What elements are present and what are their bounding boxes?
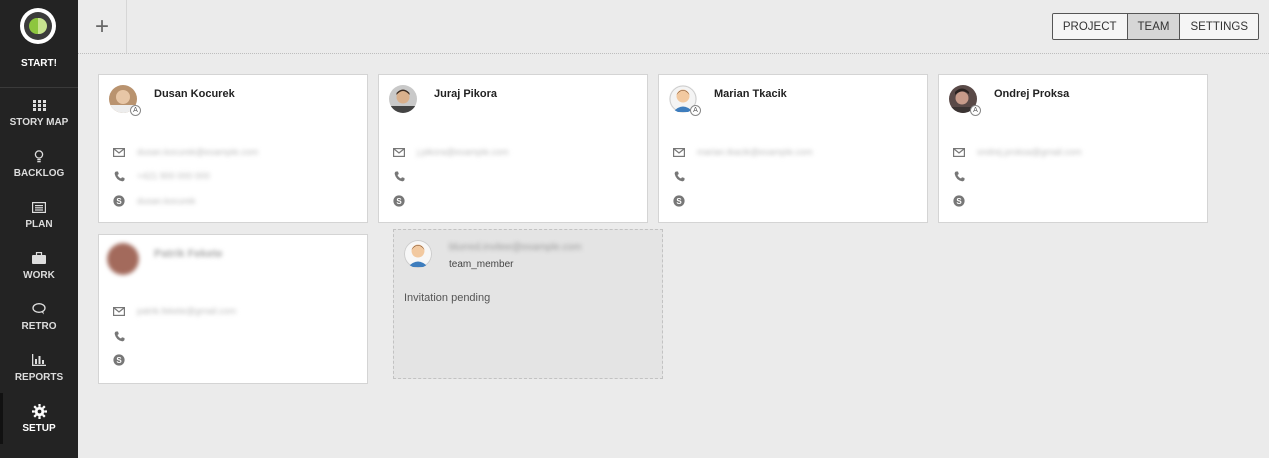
mail-icon [672, 147, 686, 157]
email-row: dusan.kocurek@example.com [112, 145, 258, 159]
svg-text:S: S [676, 197, 682, 206]
svg-text:S: S [116, 197, 122, 206]
member-card[interactable]: Patrik Fekete patrik.fekete@gmail.com S [98, 234, 368, 384]
skype-row: S [952, 194, 977, 208]
avatar [107, 243, 139, 275]
bar-chart-icon [32, 353, 46, 368]
nav-label: RETRO [21, 320, 57, 332]
nav-label: SETUP [22, 422, 56, 434]
member-name: Marian Tkacik [714, 88, 787, 100]
phone-icon [952, 171, 966, 182]
member-skype: dusan.kocurek [137, 196, 196, 206]
phone-row [672, 169, 697, 183]
phone-icon [392, 171, 406, 182]
member-card[interactable]: Juraj Pikora j.pikora@example.com S [378, 74, 648, 223]
grid-icon [32, 98, 46, 113]
svg-text:S: S [956, 197, 962, 206]
skype-icon: S [672, 195, 686, 207]
email-row: ondrej.proksa@gmail.com [952, 145, 1082, 159]
skype-icon: S [112, 354, 126, 366]
admin-badge: A [130, 105, 141, 116]
skype-row: S [392, 194, 417, 208]
member-name: Juraj Pikora [434, 88, 497, 100]
nav-plan[interactable]: PLAN [0, 189, 78, 240]
list-icon [32, 200, 46, 215]
nav-label: BACKLOG [13, 167, 65, 179]
member-name: Dusan Kocurek [154, 88, 235, 100]
email-row: patrik.fekete@gmail.com [112, 304, 236, 318]
nav-setup[interactable]: SETUP [0, 393, 78, 444]
lightbulb-icon [34, 149, 44, 164]
mail-icon [392, 147, 406, 157]
member-card[interactable]: A Marian Tkacik marian.tkacik@example.co… [658, 74, 928, 223]
skype-row: S [112, 353, 137, 367]
admin-badge: A [970, 105, 981, 116]
skype-icon: S [952, 195, 966, 207]
phone-row: +421 900 000 000 [112, 169, 210, 183]
skype-icon: S [112, 195, 126, 207]
member-card[interactable]: A Dusan Kocurek dusan.kocurek@example.co… [98, 74, 368, 223]
email-row: j.pikora@example.com [392, 145, 509, 159]
member-card[interactable]: A Ondrej Proksa ondrej.proksa@gmail.com … [938, 74, 1208, 223]
tab-settings[interactable]: SETTINGS [1180, 14, 1258, 39]
email-row: marian.tkacik@example.com [672, 145, 813, 159]
invitation-status: Invitation pending [404, 292, 491, 304]
section-switcher: PROJECT TEAM SETTINGS [1051, 13, 1259, 40]
skype-row: S [672, 194, 697, 208]
nav-label: STORY MAP [9, 116, 69, 128]
phone-row [112, 329, 137, 343]
svg-text:S: S [396, 197, 402, 206]
member-email[interactable]: patrik.fekete@gmail.com [137, 306, 236, 316]
mail-icon [112, 306, 126, 316]
member-phone: +421 900 000 000 [137, 171, 210, 181]
nav-label: REPORTS [14, 371, 64, 383]
nav-backlog[interactable]: BACKLOG [0, 138, 78, 189]
tab-team[interactable]: TEAM [1127, 14, 1181, 39]
invitation-card[interactable]: blurred.invitee@example.com team_member … [393, 229, 663, 379]
logo-area[interactable]: START! [0, 0, 78, 88]
member-email[interactable]: dusan.kocurek@example.com [137, 147, 258, 157]
nav-reports[interactable]: REPORTS [0, 342, 78, 393]
invitee-role: team_member [449, 259, 514, 270]
svg-text:S: S [116, 356, 122, 365]
sidebar: START! STORY MAP BACKLOG PLAN WORK RETRO… [0, 0, 78, 458]
phone-row [952, 169, 977, 183]
phone-row [392, 169, 417, 183]
nav-story-map[interactable]: STORY MAP [0, 87, 78, 138]
mail-icon [112, 147, 126, 157]
tab-project[interactable]: PROJECT [1052, 14, 1128, 39]
member-name: Patrik Fekete [154, 248, 223, 260]
member-email[interactable]: marian.tkacik@example.com [697, 147, 813, 157]
gear-icon [31, 403, 47, 419]
member-email[interactable]: j.pikora@example.com [417, 147, 509, 157]
mail-icon [952, 147, 966, 157]
nav-label: WORK [23, 269, 55, 281]
nav-label: PLAN [25, 218, 53, 230]
phone-icon [112, 331, 126, 342]
add-button[interactable]: + [78, 0, 127, 53]
nav-retro[interactable]: RETRO [0, 291, 78, 342]
admin-badge: A [690, 105, 701, 116]
skype-icon: S [392, 195, 406, 207]
chat-icon [32, 302, 46, 317]
briefcase-icon [32, 251, 46, 266]
member-email[interactable]: ondrej.proksa@gmail.com [977, 147, 1082, 157]
app-logo[interactable] [20, 8, 56, 44]
phone-icon [112, 171, 126, 182]
nav-work[interactable]: WORK [0, 240, 78, 291]
logo-label: START! [21, 58, 57, 69]
top-bar: + PROJECT TEAM SETTINGS [78, 0, 1269, 54]
phone-icon [672, 171, 686, 182]
skype-row: S dusan.kocurek [112, 194, 196, 208]
invitee-email: blurred.invitee@example.com [449, 242, 582, 253]
avatar [389, 85, 417, 113]
member-name: Ondrej Proksa [994, 88, 1070, 100]
avatar [404, 240, 432, 268]
